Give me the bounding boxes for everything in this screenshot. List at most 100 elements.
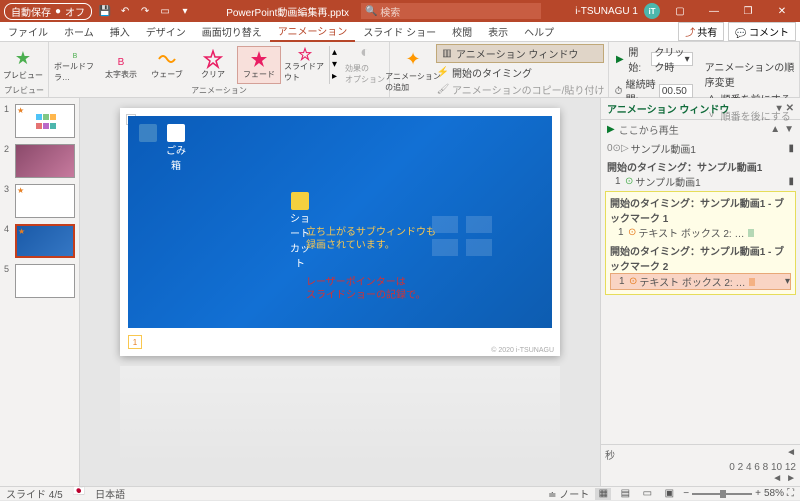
- slide-reflection: [120, 366, 560, 466]
- star-icon: ⊙: [625, 176, 633, 187]
- zoom-out-icon[interactable]: −: [683, 488, 689, 499]
- desktop-icon-recycle: ごみ箱: [164, 124, 188, 172]
- tab-transitions[interactable]: 画面切り替え: [194, 22, 270, 42]
- language[interactable]: 日本語: [95, 486, 125, 501]
- timeline-bar: [749, 278, 755, 286]
- animation-timeline: 秒◄ 0 2 4 6 8 10 12 ◄►: [601, 444, 800, 486]
- tab-home[interactable]: ホーム: [56, 22, 102, 42]
- thumb-4[interactable]: 4★: [4, 224, 75, 258]
- anim-wave[interactable]: ウェーブ: [145, 46, 189, 84]
- desktop-icon-pc: [136, 124, 160, 142]
- normal-view-icon[interactable]: ▦: [595, 488, 611, 500]
- slide-copyright: © 2020 i-TSUNAGU: [491, 347, 554, 354]
- animation-pane-button[interactable]: ▥アニメーション ウィンドウ: [436, 44, 604, 63]
- star-icon: ⊙: [628, 227, 636, 238]
- spellcheck-icon[interactable]: 🇯🇵: [73, 486, 85, 501]
- add-animation-button[interactable]: ✦アニメーション の追加: [394, 49, 432, 93]
- move-up-icon[interactable]: ▲: [770, 124, 780, 135]
- play-icon[interactable]: ▶: [607, 124, 615, 135]
- zoom-level[interactable]: 58%: [764, 488, 784, 499]
- animation-pane: アニメーション ウィンドウ▾✕ ▶ここから再生▲▼ 0⊙▷サンプル動画1▮ 開始…: [600, 98, 800, 486]
- thumb-1[interactable]: 1★: [4, 104, 75, 138]
- onclick-icon: 0⊙▷: [607, 143, 629, 154]
- timeline-scroll-left[interactable]: ◄: [786, 447, 796, 462]
- anim-indicator-icon: ★: [17, 106, 24, 115]
- presentation-icon[interactable]: ▭: [158, 4, 172, 18]
- zoom-control[interactable]: − +58%⛶: [683, 488, 794, 499]
- animation-list: 0⊙▷サンプル動画1▮ 開始のタイミング：サンプル動画11⊙サンプル動画1▮ 開…: [601, 138, 800, 444]
- autosave-toggle[interactable]: 自動保存●オフ: [4, 3, 92, 20]
- timeline-zoom-left[interactable]: ◄: [772, 473, 782, 484]
- desktop-screenshot: ごみ箱 ショートカット 立ち上がるサブウィンドウも録画されています。 レーザーポ…: [128, 116, 552, 328]
- thumb-2[interactable]: 2: [4, 144, 75, 178]
- slideshow-view-icon[interactable]: ▣: [661, 488, 677, 500]
- anim-fade[interactable]: フェード: [237, 46, 281, 84]
- avatar[interactable]: iT: [644, 3, 660, 19]
- svg-text:B: B: [73, 53, 78, 60]
- zoom-in-icon[interactable]: +: [755, 488, 761, 499]
- effect-options-button: ◐効果の オプション: [345, 44, 385, 85]
- animation-painter-button[interactable]: 🖌アニメーションのコピー/貼り付け: [436, 82, 604, 97]
- sorter-view-icon[interactable]: ▤: [617, 488, 633, 500]
- minimize-icon[interactable]: ―: [700, 0, 728, 22]
- anim-item-1[interactable]: 1⊙サンプル動画1▮: [607, 174, 794, 189]
- anim-clear[interactable]: クリア: [191, 46, 235, 84]
- undo-icon[interactable]: ↶: [118, 4, 132, 18]
- slide-text-1: 立ち上がるサブウィンドウも録画されています。: [306, 226, 436, 252]
- tab-view[interactable]: 表示: [480, 22, 516, 42]
- share-icon: ⤴: [685, 24, 695, 39]
- redo-icon[interactable]: ↷: [138, 4, 152, 18]
- titlebar: 自動保存●オフ 💾 ↶ ↷ ▭ ▾ PowerPoint動画編集再.pptx 🔍…: [0, 0, 800, 22]
- thumb-3[interactable]: 3★: [4, 184, 75, 218]
- gallery-scroll[interactable]: ▴▾▸: [329, 46, 341, 84]
- anim-slideout[interactable]: スライドアウト: [283, 46, 327, 84]
- thumb-5[interactable]: 5: [4, 264, 75, 298]
- tab-insert[interactable]: 挿入: [102, 22, 138, 42]
- close-icon[interactable]: ✕: [768, 0, 796, 22]
- item-menu-icon[interactable]: ▾: [785, 276, 790, 287]
- notes-button[interactable]: ≐ ノート: [548, 486, 589, 501]
- qat-more-icon[interactable]: ▾: [178, 4, 192, 18]
- slide-canvas[interactable]: 0 ごみ箱 ショートカット 立ち上がるサブウィンドウも録画されています。 レーザ…: [120, 108, 560, 356]
- share-button[interactable]: ⤴共有: [678, 22, 724, 41]
- save-icon[interactable]: 💾: [98, 4, 112, 18]
- anim-item-3-selected[interactable]: 1⊙テキスト ボックス 2: …▾: [610, 273, 791, 290]
- anim-highlight-group: 開始のタイミング：サンプル動画1 - ブックマーク 11⊙テキスト ボックス 2…: [605, 191, 796, 295]
- fit-icon[interactable]: ⛶: [787, 488, 794, 499]
- reading-view-icon[interactable]: ▭: [639, 488, 655, 500]
- anim-bold[interactable]: B太字表示: [99, 46, 143, 84]
- comments-button[interactable]: 💬 コメント: [728, 22, 796, 41]
- start-select[interactable]: クリック時▾: [651, 52, 692, 66]
- add-animation-icon: ✦: [405, 49, 420, 70]
- anim-item-0[interactable]: 0⊙▷サンプル動画1▮: [605, 140, 796, 157]
- play-from-button[interactable]: ここから再生: [619, 122, 679, 137]
- caption: 1操作中のPC画面です。: [128, 334, 258, 350]
- tab-help[interactable]: ヘルプ: [516, 22, 562, 42]
- tab-slideshow[interactable]: スライド ショー: [355, 22, 444, 42]
- trigger-button[interactable]: ⚡開始のタイミング: [436, 65, 604, 80]
- ribbon: ★プレビュー プレビュー Bボールドフラ… B太字表示 ウェーブ クリア フェー…: [0, 42, 800, 98]
- move-later-button[interactable]: ˅順番を後にする: [705, 108, 795, 123]
- timeline-bar: [748, 229, 754, 237]
- anim-boldflash[interactable]: Bボールドフラ…: [53, 46, 97, 84]
- tab-design[interactable]: デザイン: [138, 22, 194, 42]
- animation-gallery[interactable]: Bボールドフラ… B太字表示 ウェーブ クリア フェード スライドアウト ▴▾▸: [53, 46, 341, 84]
- slide-counter[interactable]: スライド 4/5: [6, 486, 63, 501]
- svg-text:B: B: [118, 57, 125, 68]
- slide-editor[interactable]: 0 ごみ箱 ショートカット 立ち上がるサブウィンドウも録画されています。 レーザ…: [80, 98, 600, 486]
- anim-indicator-icon: ★: [17, 186, 24, 195]
- anim-item-2[interactable]: 1⊙テキスト ボックス 2: …: [610, 225, 791, 240]
- preview-button[interactable]: ★プレビュー: [4, 48, 42, 81]
- tab-review[interactable]: 校閲: [444, 22, 480, 42]
- username[interactable]: i-TSUNAGU 1: [575, 6, 638, 17]
- maximize-icon[interactable]: ❐: [734, 0, 762, 22]
- zoom-slider[interactable]: [692, 493, 752, 495]
- timeline-zoom-right[interactable]: ►: [786, 473, 796, 484]
- duration-spinner[interactable]: 00.50: [659, 84, 693, 98]
- ribbon-options-icon[interactable]: ▢: [666, 0, 694, 22]
- tab-animations[interactable]: アニメーション: [270, 22, 356, 42]
- search-box[interactable]: 🔍 検索: [361, 3, 541, 19]
- slide-text-2: レーザーポインターはスライドショーの記録で。: [306, 276, 426, 302]
- move-down-icon[interactable]: ▼: [784, 124, 794, 135]
- tab-file[interactable]: ファイル: [0, 22, 56, 42]
